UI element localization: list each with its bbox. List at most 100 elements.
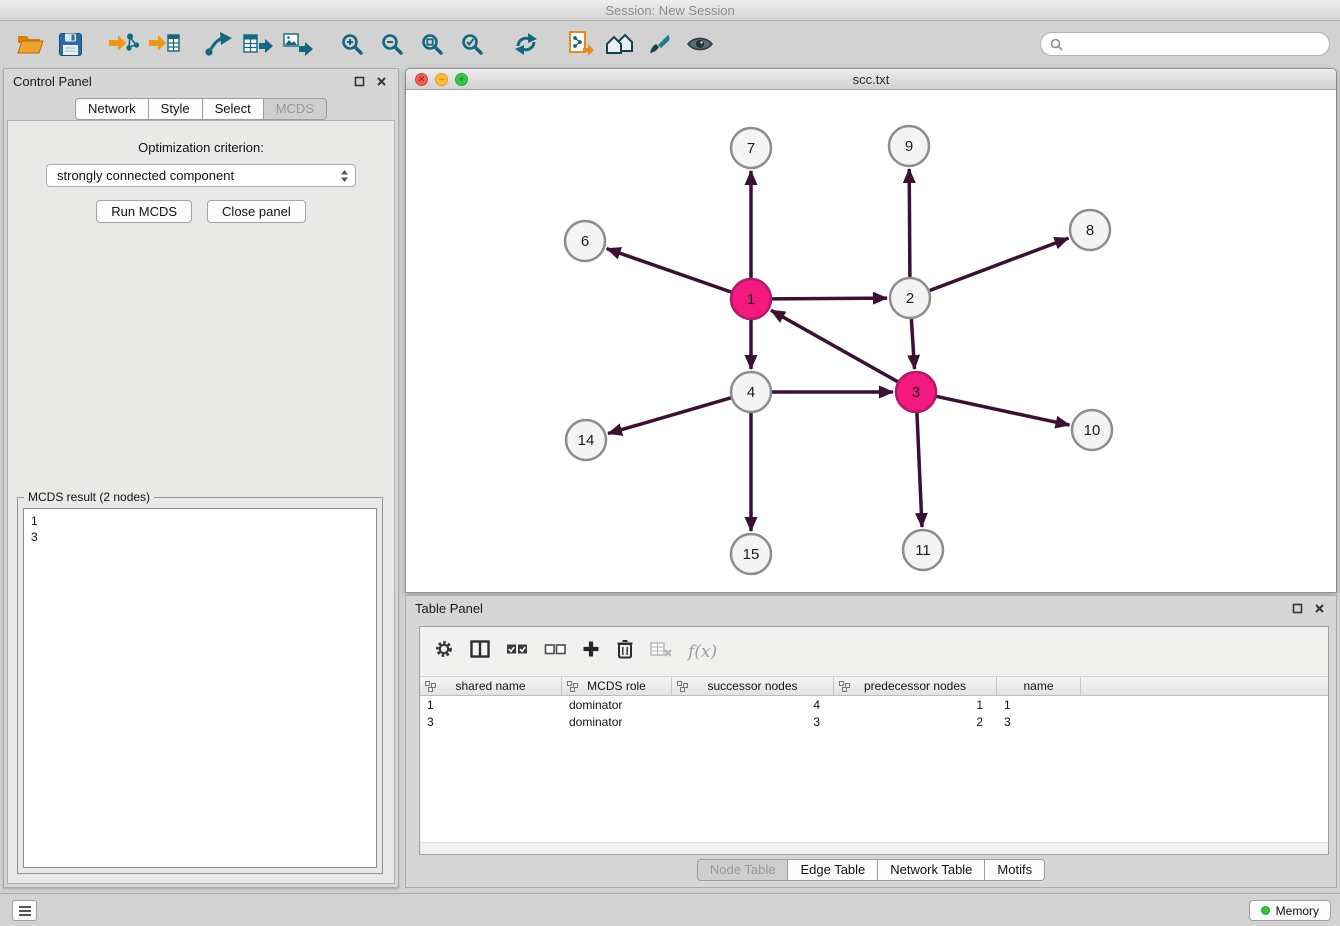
tab-network[interactable]: Network [75,98,149,120]
tab-edge-table[interactable]: Edge Table [788,859,878,881]
paintbrush-icon [647,32,673,56]
zoom-out-button[interactable] [372,26,412,62]
tab-select[interactable]: Select [203,98,264,120]
table-hscrollbar[interactable] [420,842,1328,854]
column-header-name[interactable]: name [997,677,1081,695]
task-history-button[interactable] [12,900,37,921]
open-file-button[interactable] [10,26,50,62]
graph-node[interactable]: 7 [731,128,771,168]
graph-node-label: 2 [906,290,914,307]
graph-node-label: 4 [747,384,755,401]
show-details-button[interactable] [680,26,720,62]
graph-edge[interactable] [936,396,1070,425]
graph-edge[interactable] [911,318,914,369]
tab-network-table[interactable]: Network Table [878,859,985,881]
run-mcds-button[interactable]: Run MCDS [96,200,192,223]
table-row[interactable]: 3dominator323 [420,713,1328,730]
network-window-titlebar[interactable]: scc.txt [406,69,1336,90]
memory-label: Memory [1276,904,1319,918]
graph-node-label: 6 [581,233,589,250]
float-panel-icon[interactable] [351,73,367,89]
graph-node[interactable]: 6 [565,221,605,261]
graph-edge[interactable] [771,310,899,382]
graph-node[interactable]: 10 [1072,410,1112,450]
table-row[interactable]: 1dominator411 [420,696,1328,713]
mcds-result-list[interactable]: 13 [23,508,377,868]
search-input[interactable] [1069,37,1320,51]
graph-node[interactable]: 9 [889,126,929,166]
float-table-panel-icon[interactable] [1289,600,1305,616]
delete-table-button[interactable] [650,640,672,663]
close-panel-button[interactable]: Close panel [207,200,306,223]
network-window: scc.txt 7 9 6 8 1 2 4 3 14 10 15 11 [405,68,1337,593]
table-toolbar: f(x) [420,627,1328,677]
table-cell: 3 [672,713,834,730]
zoom-fit-icon [420,32,444,56]
tab-mcds[interactable]: MCDS [264,98,327,120]
graph-edge[interactable] [909,169,910,278]
table-cell: 1 [834,696,997,713]
tab-style[interactable]: Style [149,98,203,120]
graph-edge[interactable] [771,298,887,299]
graph-edge[interactable] [607,249,732,293]
node-table-body[interactable]: 1dominator4113dominator323 [420,696,1328,842]
mcds-result-title: MCDS result (2 nodes) [24,490,154,504]
first-neighbors-button[interactable] [600,26,640,62]
import-network-icon [108,30,140,58]
export-network-button[interactable] [198,26,238,62]
table-header: shared name MCDS role [420,677,1328,696]
apply-layout-button[interactable] [506,26,546,62]
export-table-button[interactable] [238,26,278,62]
split-panel-button[interactable] [470,640,490,663]
import-table-button[interactable] [144,26,184,62]
table-cell-filler [1081,696,1328,713]
zoom-in-button[interactable] [332,26,372,62]
column-header-mcds-role[interactable]: MCDS role [562,677,672,695]
graph-node-label: 8 [1086,222,1094,239]
graph-edge[interactable] [929,238,1069,291]
import-network-button[interactable] [104,26,144,62]
column-header-successor-nodes[interactable]: successor nodes [672,677,834,695]
graph-node-label: 14 [578,432,595,449]
criterion-dropdown[interactable]: strongly connected component [46,164,356,187]
export-image-button[interactable] [278,26,318,62]
close-panel-icon[interactable] [373,73,389,89]
graph-node[interactable]: 14 [566,420,606,460]
table-cell: 1 [420,696,562,713]
graph-node[interactable]: 2 [890,278,930,318]
tab-node-table[interactable]: Node Table [697,859,789,881]
main-toolbar [0,22,1340,66]
close-window-icon[interactable] [415,73,428,86]
close-table-panel-icon[interactable] [1311,600,1327,616]
zoom-selected-button[interactable] [452,26,492,62]
graph-edge[interactable] [608,398,732,434]
column-header-shared-name[interactable]: shared name [420,677,562,695]
graph-node[interactable]: 8 [1070,210,1110,250]
graph-node[interactable]: 15 [731,534,771,574]
floppy-disk-icon [58,32,83,57]
minimize-window-icon[interactable] [435,73,448,86]
export-network-icon [203,30,233,58]
graph-node[interactable]: 1 [731,279,771,319]
network-graph[interactable]: 7 9 6 8 1 2 4 3 14 10 15 11 [406,90,1336,592]
zoom-out-icon [380,32,404,56]
memory-button[interactable]: Memory [1249,900,1331,921]
graph-node[interactable]: 4 [731,372,771,412]
tab-motifs[interactable]: Motifs [985,859,1045,881]
graph-node[interactable]: 3 [896,372,936,412]
clone-network-button[interactable] [560,26,600,62]
save-session-button[interactable] [50,26,90,62]
function-builder-button[interactable]: f(x) [688,642,717,662]
delete-columns-button[interactable] [616,639,634,664]
zoom-fit-button[interactable] [412,26,452,62]
select-all-button[interactable] [506,641,528,662]
graph-edge[interactable] [917,412,922,527]
deselect-all-button[interactable] [544,641,566,662]
apply-style-button[interactable] [640,26,680,62]
graph-node[interactable]: 11 [903,530,943,570]
create-column-button[interactable] [582,640,600,663]
table-settings-button[interactable] [434,639,454,664]
column-header-predecessor-nodes[interactable]: predecessor nodes [834,677,997,695]
search-box[interactable] [1040,32,1330,56]
maximize-window-icon[interactable] [455,73,468,86]
